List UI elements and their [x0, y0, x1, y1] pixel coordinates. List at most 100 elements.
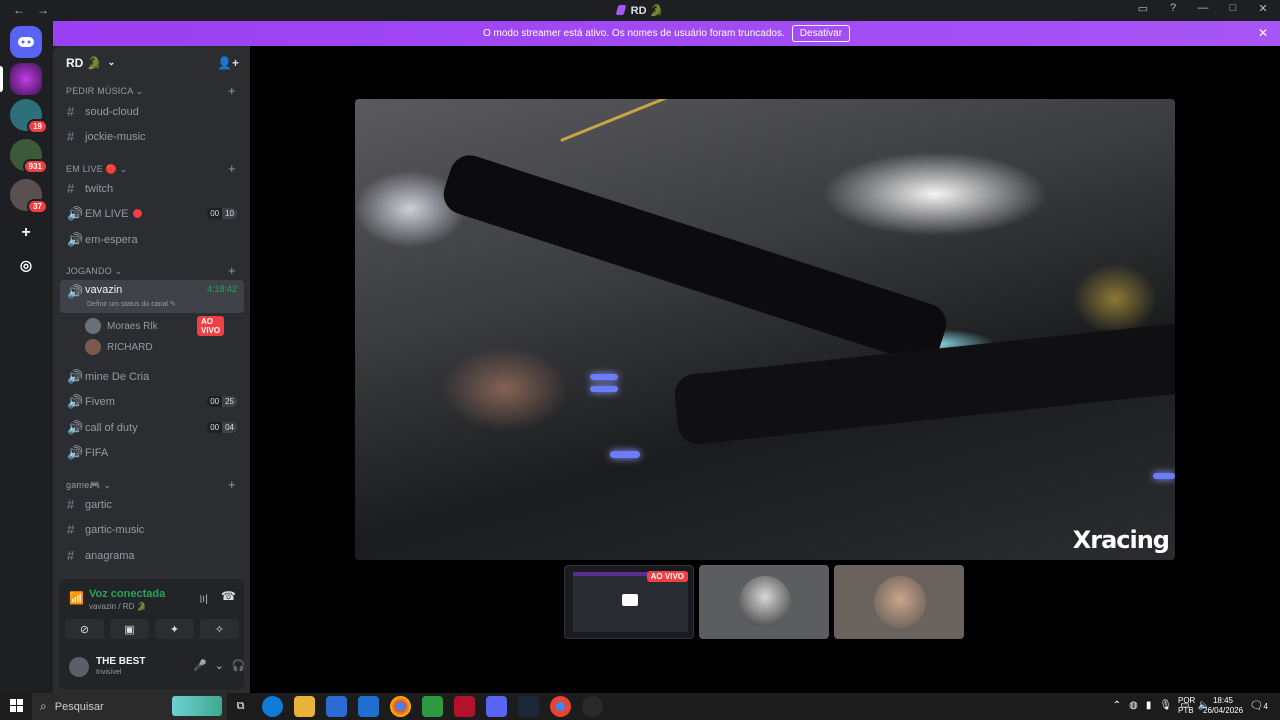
user-count: 00 — [207, 396, 223, 407]
avatar[interactable] — [69, 657, 89, 677]
disconnect-icon[interactable]: ☎ — [221, 589, 236, 603]
chrome-icon[interactable] — [390, 696, 411, 717]
close-window-button[interactable]: ✕ — [1256, 2, 1270, 15]
help-icon[interactable]: ? — [1166, 2, 1180, 15]
participant-tile[interactable] — [699, 565, 829, 639]
server-folder-1-icon[interactable]: 19 — [10, 99, 48, 134]
participant-tile[interactable] — [834, 565, 964, 639]
live-badge: AO VIVO — [197, 316, 225, 336]
username[interactable]: THE BEST — [96, 656, 145, 667]
input-language[interactable]: POR PTB — [1178, 696, 1195, 716]
taskbar-search[interactable]: ⌕ Pesquisar — [32, 693, 227, 720]
voice-member[interactable]: RICHARD — [85, 337, 153, 357]
channel-em-espera[interactable]: 🔊 em-espera — [60, 228, 244, 251]
speaker-icon: 🔊 — [67, 284, 84, 299]
user-limit-counter: 00 04 — [207, 422, 237, 433]
outlook-icon[interactable] — [358, 696, 379, 717]
create-channel-icon[interactable]: + — [228, 83, 236, 98]
channel-jockie-music[interactable]: # jockie-music — [60, 125, 244, 148]
notification-count: 4 — [1263, 702, 1268, 711]
user-count: 00 — [207, 208, 223, 219]
signal-icon[interactable]: 📶 — [69, 591, 84, 605]
channel-fifa[interactable]: 🔊 FIFA — [60, 441, 244, 464]
voice-status-subtitle[interactable]: vavazin / RD 🐊 — [89, 602, 147, 611]
channel-call-of-duty[interactable]: 🔊 call of duty 00 04 — [60, 416, 244, 439]
category-game[interactable]: game🎮 ⌄ + — [66, 477, 236, 492]
server-rd-icon[interactable] — [10, 63, 42, 95]
channel-label: call of duty — [85, 421, 138, 434]
channel-gartic[interactable]: # gartic — [60, 493, 244, 516]
noise-suppression-icon[interactable]: 〣 — [198, 591, 209, 607]
inbox-icon[interactable]: ▭ — [1136, 2, 1150, 15]
app-icon[interactable] — [422, 696, 443, 717]
system-tray: ⌃ ◍ ▮ 🎙 ▭ 🔈 — [1113, 700, 1210, 711]
invite-people-icon[interactable]: 👤+ — [217, 56, 239, 70]
category-em-live[interactable]: EM LIVE 🔴 ⌄ + — [66, 161, 236, 176]
activities-button[interactable]: ✦ — [155, 619, 194, 639]
notification-center-icon[interactable]: 🗨4 — [1250, 699, 1268, 712]
steam-icon[interactable] — [518, 696, 539, 717]
stream-thumbnail[interactable]: AO VIVO — [564, 565, 694, 639]
member-name: Moraes Rlk — [107, 320, 158, 332]
file-explorer-icon[interactable] — [294, 696, 315, 717]
camera-off-button[interactable]: ⊘ — [65, 619, 104, 639]
share-screen-button[interactable]: ▣ — [110, 619, 149, 639]
store-icon[interactable] — [326, 696, 347, 717]
headphones-icon[interactable]: 🎧 — [232, 659, 246, 672]
window-controls: ▭ ? — □ ✕ — [1136, 2, 1270, 15]
windows-start-icon[interactable] — [10, 699, 23, 712]
server-name: RD 🐊 — [66, 55, 102, 70]
task-view-icon[interactable]: ⧉ — [230, 696, 251, 717]
app-icon[interactable] — [454, 696, 475, 717]
channel-status[interactable]: Definir um status do canal ✎ — [87, 300, 176, 308]
taskbar-apps: ⧉ — [230, 696, 603, 717]
category-pedir-musica[interactable]: PEDIR MÚSICA ⌄ + — [66, 83, 236, 98]
close-banner-icon[interactable]: ✕ — [1258, 26, 1268, 40]
channel-gartic-music[interactable]: # gartic-music — [60, 518, 244, 541]
chevron-up-icon[interactable]: ⌃ — [1113, 700, 1121, 711]
clock-date: 26/04/2026 — [1203, 706, 1244, 715]
maximize-button[interactable]: □ — [1226, 2, 1240, 15]
discover-icon[interactable]: ◎ — [10, 249, 42, 281]
create-channel-icon[interactable]: + — [228, 161, 236, 176]
edge-icon[interactable] — [262, 696, 283, 717]
stream-video[interactable]: Xracing — [355, 99, 1175, 560]
taskbar-clock[interactable]: 18:45 26/04/2026 — [1203, 696, 1243, 716]
add-server-icon[interactable]: + — [10, 217, 42, 249]
disable-streamer-button[interactable]: Desativar — [791, 25, 851, 42]
channel-anagrama[interactable]: # anagrama — [60, 544, 244, 567]
category-jogando[interactable]: JOGANDO ⌄ + — [66, 263, 236, 278]
soundboard-button[interactable]: ✧ — [200, 619, 239, 639]
obs-icon[interactable] — [582, 696, 603, 717]
channel-fivem[interactable]: 🔊 Fivem 00 25 — [60, 390, 244, 413]
chrome-profile-icon[interactable] — [550, 696, 571, 717]
microphone-icon[interactable]: 🎤 — [193, 659, 207, 672]
channel-label: FIFA — [85, 446, 109, 459]
tray-app-icon[interactable]: ◍ — [1129, 700, 1138, 711]
channel-mine-de-cria[interactable]: 🔊 mine De Cria — [60, 365, 244, 388]
discord-taskbar-icon[interactable] — [486, 696, 507, 717]
server-folder-2-icon[interactable]: 931 — [10, 139, 48, 174]
speaker-icon: 🔊 — [67, 419, 84, 435]
channel-em-live[interactable]: 🔊 EM LIVE 00 10 — [60, 202, 244, 225]
direct-messages-icon[interactable] — [10, 26, 42, 58]
usb-icon[interactable]: ▮ — [1146, 700, 1152, 711]
microphone-icon[interactable]: 🎙 — [1159, 700, 1172, 711]
server-header[interactable]: RD 🐊 ⌄ 👤+ — [53, 46, 250, 79]
text-channel-icon: # — [67, 548, 75, 563]
channel-label: vavazin — [85, 284, 123, 296]
notification-badge: 931 — [22, 159, 48, 174]
voice-member[interactable]: Moraes Rlk AO VIVO — [85, 316, 225, 336]
channel-label: gartic-music — [85, 523, 145, 536]
channel-twitch[interactable]: # twitch — [60, 177, 244, 200]
chevron-down-icon[interactable]: ⌄ — [215, 659, 224, 672]
create-channel-icon[interactable]: + — [228, 263, 236, 278]
minimize-button[interactable]: — — [1196, 2, 1210, 15]
blue-light — [590, 386, 618, 392]
channel-soud-cloud[interactable]: # soud-cloud — [60, 100, 244, 123]
monitor-icon — [622, 594, 638, 606]
channel-vavazin[interactable]: 🔊 vavazin 4:18:42 Definir um status do ca… — [60, 280, 244, 313]
server-folder-3-icon[interactable]: 37 — [10, 179, 48, 214]
discord-logo-icon — [18, 37, 34, 47]
create-channel-icon[interactable]: + — [228, 477, 236, 492]
